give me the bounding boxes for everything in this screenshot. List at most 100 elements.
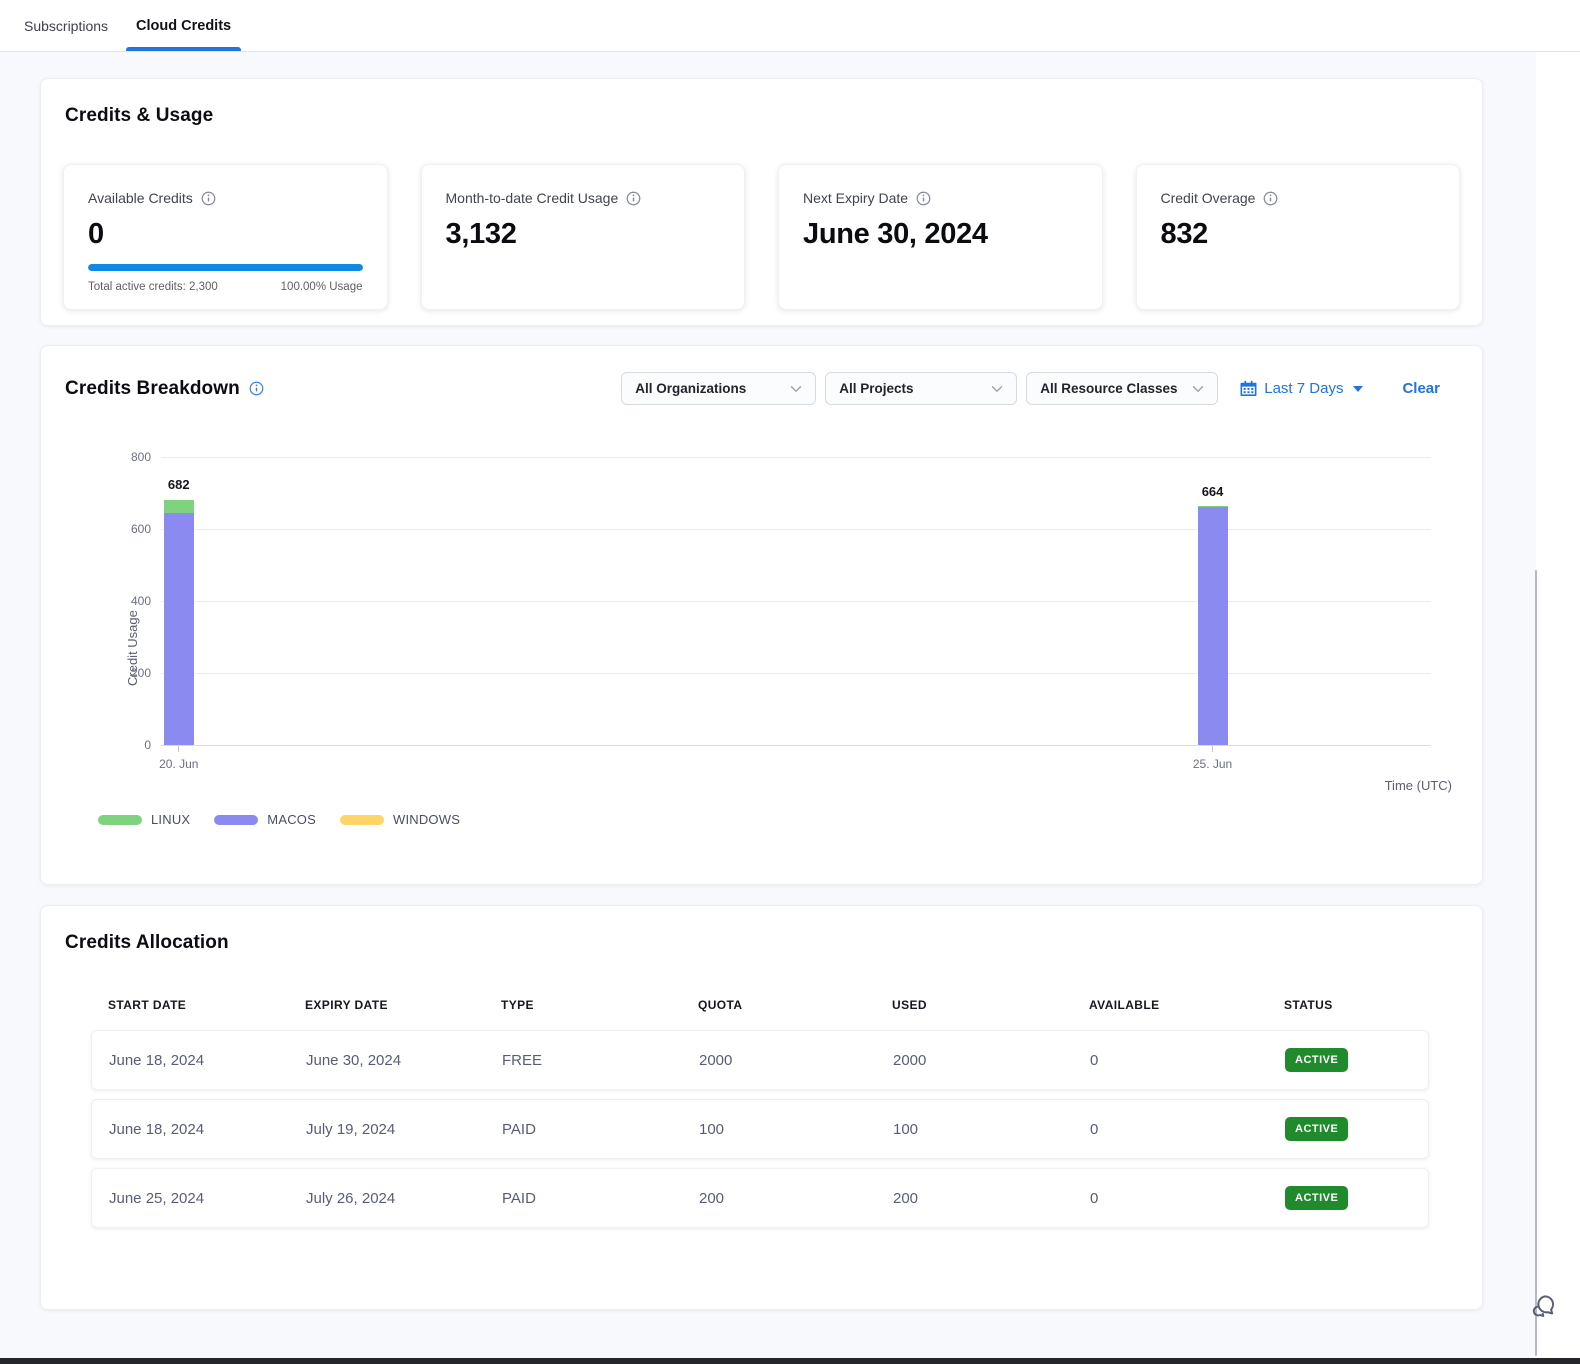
legend-item-linux[interactable]: LINUX — [98, 812, 190, 827]
cell-status: ACTIVE — [1285, 1117, 1428, 1141]
info-icon[interactable] — [1263, 191, 1278, 206]
column-header: USED — [892, 998, 1089, 1012]
next-expiry-label: Next Expiry Date — [803, 190, 908, 206]
y-tick-label: 200 — [103, 666, 151, 680]
info-icon[interactable] — [201, 191, 216, 206]
y-tick-label: 400 — [103, 594, 151, 608]
mtd-usage-value: 3,132 — [446, 218, 721, 251]
credits-usage-section: Credits & Usage Available Credits 0 Tota… — [40, 78, 1483, 326]
date-range-picker[interactable]: Last 7 Days — [1240, 380, 1363, 397]
clear-filters-button[interactable]: Clear — [1402, 380, 1440, 397]
cell-expiry-date: July 26, 2024 — [306, 1190, 502, 1207]
x-tick-label: 20. Jun — [139, 757, 219, 771]
allocation-table-body: June 18, 2024June 30, 2024FREE200020000A… — [91, 1030, 1429, 1228]
credits-progress-fill — [88, 264, 363, 271]
chevron-down-icon — [991, 385, 1003, 393]
credits-progress-bar — [88, 264, 363, 271]
x-tick-mark — [1212, 746, 1213, 752]
cell-type: FREE — [502, 1052, 699, 1069]
bar-segment-linux[interactable] — [164, 500, 194, 513]
table-row: June 18, 2024June 30, 2024FREE200020000A… — [91, 1030, 1429, 1090]
cell-status: ACTIVE — [1285, 1048, 1428, 1072]
scrollbar-thumb[interactable] — [1535, 570, 1537, 1356]
date-range-label: Last 7 Days — [1264, 380, 1343, 397]
y-tick-label: 600 — [103, 522, 151, 536]
cell-available: 0 — [1090, 1190, 1285, 1207]
next-expiry-value: June 30, 2024 — [803, 218, 1078, 251]
mtd-usage-label: Month-to-date Credit Usage — [446, 190, 619, 206]
stat-card-row: Available Credits 0 Total active credits… — [41, 164, 1482, 310]
legend-item-windows[interactable]: WINDOWS — [340, 812, 460, 827]
bottom-window-edge — [0, 1358, 1580, 1364]
bar-segment-macos[interactable] — [164, 513, 194, 745]
cell-quota: 100 — [699, 1121, 893, 1138]
cell-available: 0 — [1090, 1052, 1285, 1069]
chevron-down-icon — [1192, 385, 1204, 393]
status-badge: ACTIVE — [1285, 1048, 1348, 1072]
legend-label: WINDOWS — [393, 812, 460, 827]
cell-used: 100 — [893, 1121, 1090, 1138]
status-badge: ACTIVE — [1285, 1117, 1348, 1141]
table-row: June 25, 2024July 26, 2024PAID2002000ACT… — [91, 1168, 1429, 1228]
info-icon[interactable] — [916, 191, 931, 206]
usage-percent: 100.00% Usage — [281, 281, 363, 293]
bar-segment-macos[interactable] — [1198, 507, 1228, 745]
tab-subscriptions[interactable]: Subscriptions — [22, 0, 110, 51]
available-credits-value: 0 — [88, 218, 363, 251]
info-icon[interactable] — [249, 381, 264, 396]
projects-select[interactable]: All Projects — [825, 372, 1017, 405]
tab-cloud-credits[interactable]: Cloud Credits — [126, 0, 241, 51]
resource-classes-select[interactable]: All Resource Classes — [1026, 372, 1218, 405]
column-header: START DATE — [108, 998, 305, 1012]
support-chat-icon[interactable] — [1527, 1289, 1559, 1321]
credits-usage-title: Credits & Usage — [41, 79, 1482, 127]
gridline — [161, 457, 1431, 458]
legend-swatch — [98, 815, 142, 825]
legend-label: LINUX — [151, 812, 190, 827]
bar-total-label: 664 — [1183, 484, 1243, 499]
next-expiry-card: Next Expiry Date June 30, 2024 — [778, 164, 1103, 310]
info-icon[interactable] — [626, 191, 641, 206]
chart-plot: 020040060080068220. Jun66425. Jun — [161, 457, 1431, 745]
legend-label: MACOS — [267, 812, 316, 827]
legend-item-macos[interactable]: MACOS — [214, 812, 316, 827]
column-header: STATUS — [1284, 998, 1429, 1012]
cell-quota: 200 — [699, 1190, 893, 1207]
chart-filters: All Organizations All Projects All Resou… — [621, 372, 1458, 405]
credits-allocation-title: Credits Allocation — [41, 906, 1482, 954]
credit-overage-card: Credit Overage 832 — [1136, 164, 1461, 310]
column-header: TYPE — [501, 998, 698, 1012]
table-row: June 18, 2024July 19, 2024PAID1001000ACT… — [91, 1099, 1429, 1159]
x-tick-label: 25. Jun — [1173, 757, 1253, 771]
gridline — [161, 673, 1431, 674]
total-active-credits: Total active credits: 2,300 — [88, 281, 218, 293]
cell-used: 200 — [893, 1190, 1090, 1207]
tab-bar: Subscriptions Cloud Credits — [0, 0, 1580, 52]
x-tick-mark — [178, 746, 179, 752]
cell-start-date: June 25, 2024 — [109, 1190, 306, 1207]
x-axis-title: Time (UTC) — [1385, 778, 1452, 793]
cell-expiry-date: July 19, 2024 — [306, 1121, 502, 1138]
column-header: EXPIRY DATE — [305, 998, 501, 1012]
bar-segment-linux[interactable] — [1198, 506, 1228, 507]
credit-overage-value: 832 — [1161, 218, 1436, 251]
allocation-table-head: START DATEEXPIRY DATETYPEQUOTAUSEDAVAILA… — [91, 998, 1429, 1012]
page-content: Credits & Usage Available Credits 0 Tota… — [0, 52, 1536, 1358]
gridline — [161, 529, 1431, 530]
cell-status: ACTIVE — [1285, 1186, 1428, 1210]
gridline — [161, 745, 1431, 746]
cell-type: PAID — [502, 1190, 699, 1207]
credits-breakdown-section: Credits Breakdown All Organizations All … — [40, 345, 1483, 885]
status-badge: ACTIVE — [1285, 1186, 1348, 1210]
y-tick-label: 800 — [103, 450, 151, 464]
cell-used: 2000 — [893, 1052, 1090, 1069]
legend-swatch — [214, 815, 258, 825]
gridline — [161, 601, 1431, 602]
allocation-table: START DATEEXPIRY DATETYPEQUOTAUSEDAVAILA… — [91, 998, 1429, 1228]
chart-legend: LINUX MACOS WINDOWS — [98, 812, 460, 827]
cell-expiry-date: June 30, 2024 — [306, 1052, 502, 1069]
credit-overage-label: Credit Overage — [1161, 190, 1256, 206]
organizations-select[interactable]: All Organizations — [621, 372, 816, 405]
caret-down-icon — [1353, 386, 1363, 392]
y-tick-label: 0 — [103, 738, 151, 752]
